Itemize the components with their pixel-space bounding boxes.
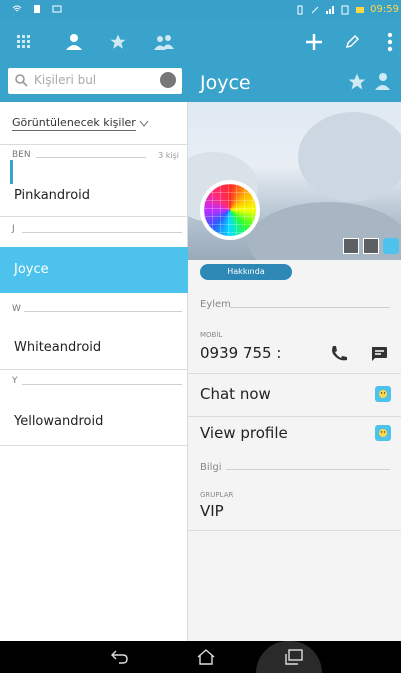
microphone-icon[interactable] bbox=[160, 72, 176, 88]
cover-photo bbox=[188, 102, 401, 260]
message-icon[interactable] bbox=[369, 344, 389, 364]
section-header-me: BEN bbox=[12, 150, 31, 160]
avatar[interactable] bbox=[200, 180, 260, 240]
mute-icon bbox=[311, 6, 319, 13]
mobile-label: MOBİL bbox=[200, 331, 223, 339]
chat-now-action[interactable]: Chat now bbox=[200, 385, 271, 403]
contact-name: Joyce bbox=[200, 72, 251, 94]
tab-favorites[interactable] bbox=[104, 28, 132, 56]
more-options-button[interactable] bbox=[376, 28, 401, 56]
contact-settings-icon[interactable] bbox=[375, 72, 393, 92]
contacts-to-display-dropdown[interactable]: Görüntülenecek kişiler bbox=[12, 116, 149, 131]
phone-frame-icon[interactable] bbox=[343, 238, 359, 254]
contact-whiteandroid[interactable]: Whiteandroid bbox=[14, 340, 101, 355]
section-info: Bilgi bbox=[200, 462, 222, 473]
signal-icon bbox=[326, 5, 335, 14]
grid-icon bbox=[17, 35, 30, 48]
search-placeholder: Kişileri bul bbox=[34, 73, 97, 87]
chevron-down-icon bbox=[139, 120, 149, 127]
chat-smiley-icon[interactable] bbox=[375, 425, 391, 441]
section-header-w: W bbox=[12, 304, 21, 314]
contact-count: 3 kişi bbox=[158, 151, 179, 160]
image-icon bbox=[52, 5, 62, 13]
favorite-star-icon[interactable] bbox=[347, 72, 367, 92]
search-input[interactable]: Kişileri bul bbox=[8, 68, 182, 94]
detail-header: Joyce bbox=[188, 64, 401, 102]
contact-detail-pane: Joyce Hakkında Eylem MOBİL 0939 755 : Ch… bbox=[188, 64, 401, 641]
divider bbox=[188, 530, 401, 531]
section-line bbox=[226, 469, 390, 470]
file-icon bbox=[34, 5, 40, 13]
edit-icon bbox=[345, 34, 360, 49]
contact-joyce-label: Joyce bbox=[14, 262, 49, 277]
section-header-j: J bbox=[12, 224, 15, 234]
home-icon bbox=[197, 649, 215, 665]
action-bar bbox=[0, 20, 401, 64]
filter-label: Görüntülenecek kişiler bbox=[12, 116, 136, 131]
recents-button[interactable] bbox=[282, 645, 306, 669]
contacts-list-pane: Kişileri bul Görüntülenecek kişiler BEN … bbox=[0, 64, 188, 641]
contact-yellowandroid[interactable]: Yellowandroid bbox=[14, 414, 103, 429]
group-icon bbox=[154, 35, 174, 50]
cover-icons bbox=[343, 238, 399, 254]
star-icon bbox=[110, 34, 126, 49]
more-icon bbox=[387, 32, 393, 52]
status-bar: 09:59 bbox=[0, 0, 401, 20]
divider bbox=[0, 445, 188, 446]
view-profile-action[interactable]: View profile bbox=[200, 424, 288, 442]
section-line bbox=[36, 157, 146, 158]
phone-number[interactable]: 0939 755 : bbox=[200, 344, 281, 362]
groups-label: GRUPLAR bbox=[200, 491, 234, 499]
home-button[interactable] bbox=[194, 645, 218, 669]
add-contact-button[interactable] bbox=[300, 28, 328, 56]
edit-button[interactable] bbox=[338, 28, 366, 56]
avatar-image bbox=[204, 184, 256, 236]
self-indicator bbox=[10, 160, 13, 184]
divider bbox=[188, 373, 401, 374]
section-line bbox=[24, 311, 182, 312]
sim-icon bbox=[341, 5, 349, 14]
about-button[interactable]: Hakkında bbox=[200, 264, 292, 280]
chat-smiley-icon[interactable] bbox=[383, 238, 399, 254]
contact-joyce[interactable]: Joyce bbox=[0, 247, 188, 293]
wifi-icon bbox=[12, 5, 22, 12]
call-icon[interactable] bbox=[329, 344, 349, 364]
snowy-tree bbox=[298, 112, 401, 202]
section-actions: Eylem bbox=[200, 299, 231, 310]
plus-icon bbox=[306, 34, 322, 50]
tab-contacts[interactable] bbox=[60, 28, 88, 56]
search-row: Kişileri bul bbox=[0, 64, 188, 102]
search-icon bbox=[15, 74, 28, 87]
phone-frame-icon[interactable] bbox=[363, 238, 379, 254]
section-line bbox=[230, 307, 390, 308]
back-icon bbox=[111, 650, 128, 664]
battery-icon bbox=[356, 6, 365, 13]
divider bbox=[0, 144, 188, 145]
tab-groups[interactable] bbox=[150, 28, 178, 56]
vibrate-icon bbox=[297, 5, 303, 14]
chat-smiley-icon[interactable] bbox=[375, 386, 391, 402]
group-value[interactable]: VIP bbox=[200, 502, 224, 520]
divider bbox=[0, 216, 188, 217]
back-button[interactable] bbox=[108, 645, 132, 669]
divider bbox=[188, 416, 401, 417]
contact-pinkandroid[interactable]: Pinkandroid bbox=[14, 188, 90, 203]
section-header-y: Y bbox=[12, 376, 18, 386]
clock: 09:59 bbox=[370, 4, 399, 15]
section-line bbox=[22, 232, 182, 233]
recents-icon bbox=[285, 649, 303, 665]
tab-grid[interactable] bbox=[10, 28, 38, 56]
navigation-bar bbox=[0, 641, 401, 673]
section-line bbox=[22, 384, 182, 385]
person-icon bbox=[66, 34, 82, 50]
divider bbox=[0, 369, 188, 370]
